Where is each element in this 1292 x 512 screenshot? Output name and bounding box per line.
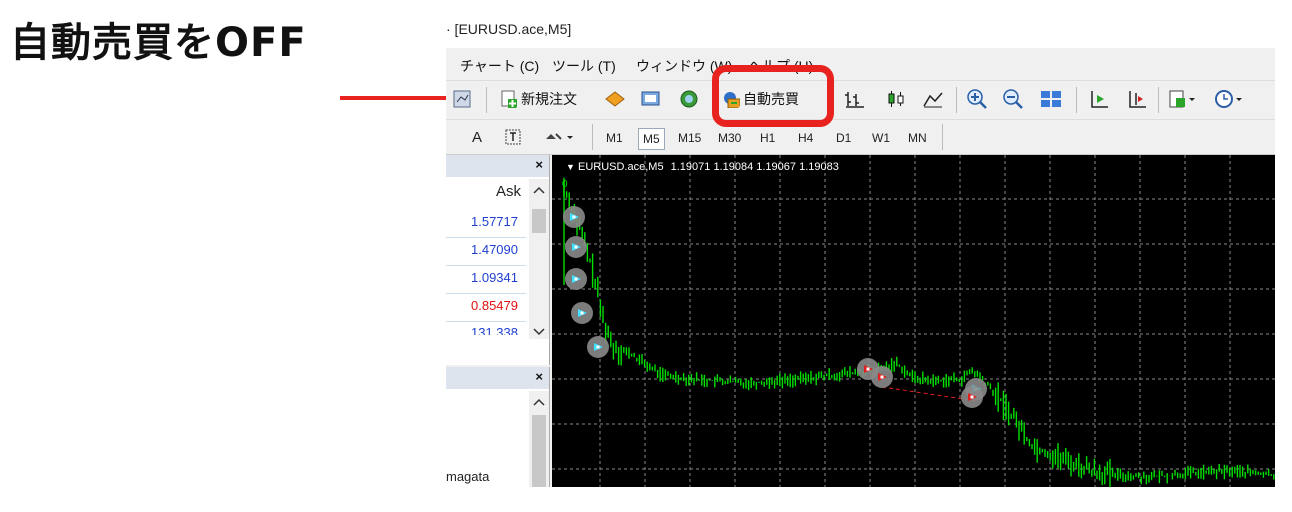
- trade-dot: [572, 215, 576, 219]
- candlestick-icon[interactable]: [886, 87, 908, 111]
- navigator-account-item[interactable]: magata: [446, 469, 489, 484]
- ask-price[interactable]: 0.85479: [446, 293, 518, 319]
- strategy-tester-icon[interactable]: [678, 87, 700, 111]
- ask-price[interactable]: 1.47090: [446, 237, 518, 263]
- navigator-header: ×: [446, 367, 549, 389]
- profile-icon[interactable]: [452, 87, 472, 111]
- trade-dot: [880, 375, 884, 379]
- meta-editor-icon[interactable]: [604, 87, 626, 111]
- tf-h1[interactable]: H1: [760, 128, 775, 148]
- window-title: · [EURUSD.ace,M5]: [446, 21, 572, 37]
- bar-chart-icon[interactable]: [844, 87, 866, 111]
- menu-bar: チャート (C) ツール (T) ウィンドウ (W) ヘルプ (H): [446, 52, 1275, 78]
- navigator-close-icon[interactable]: ×: [535, 369, 543, 384]
- zoom-in-icon[interactable]: [966, 87, 988, 111]
- tf-m1[interactable]: M1: [606, 128, 623, 148]
- main-toolbar: 新規注文 自動売買: [446, 80, 1275, 120]
- ask-price[interactable]: 131.338: [446, 321, 518, 335]
- trade-dot: [970, 395, 974, 399]
- navigator-panel: × magata: [446, 367, 550, 487]
- price-chart[interactable]: ▼ EURUSD.ace,M5 1.19071 1.19084 1.19067 …: [552, 155, 1275, 487]
- menu-tools[interactable]: ツール (T): [552, 56, 616, 76]
- auto-trade-highlight-box: [712, 65, 834, 127]
- new-order-icon: [501, 90, 517, 108]
- tile-windows-icon[interactable]: [1040, 87, 1062, 111]
- ask-price[interactable]: 1.57717: [446, 209, 518, 235]
- terminal-icon[interactable]: [640, 87, 662, 111]
- line-chart-icon[interactable]: [922, 87, 944, 111]
- chart-dropdown-icon[interactable]: ▼: [566, 162, 575, 172]
- trade-dot: [866, 367, 870, 371]
- title-bar: · [EURUSD.ace,M5]: [446, 14, 1275, 48]
- zoom-out-icon[interactable]: [1002, 87, 1024, 111]
- trade-dot: [580, 311, 584, 315]
- chart-top-marker: 0: [562, 179, 568, 190]
- chart-header: ▼ EURUSD.ace,M5 1.19071 1.19084 1.19067 …: [566, 161, 839, 173]
- page-heading: 自動売買をOFF: [10, 20, 307, 66]
- chart-shift-icon[interactable]: [1126, 87, 1148, 111]
- trade-dot: [596, 345, 600, 349]
- menu-chart[interactable]: チャート (C): [460, 56, 539, 76]
- ask-column-header[interactable]: Ask: [446, 179, 521, 205]
- new-order-button[interactable]: 新規注文: [500, 87, 577, 111]
- market-watch-header: ×: [446, 155, 549, 177]
- tf-mn[interactable]: MN: [908, 128, 927, 148]
- tf-h4[interactable]: H4: [798, 128, 813, 148]
- text-tool[interactable]: A: [472, 128, 482, 148]
- market-watch-close-icon[interactable]: ×: [535, 157, 543, 172]
- ask-price[interactable]: 1.09341: [446, 265, 518, 291]
- periods-icon[interactable]: [1214, 87, 1244, 111]
- trade-dot: [574, 277, 578, 281]
- new-order-label: 新規注文: [521, 91, 577, 107]
- tf-m5[interactable]: M5: [638, 128, 665, 150]
- market-watch-scrollbar[interactable]: [529, 179, 549, 339]
- timeframe-toolbar: A M1 M5 M15 M30 H1 H4 D1 W1 MN: [446, 120, 1275, 155]
- mt4-window: · [EURUSD.ace,M5] チャート (C) ツール (T) ウィンドウ…: [446, 14, 1275, 487]
- market-watch-panel: × Ask 1.57717 1.47090 1.09341 0.85479 13…: [446, 155, 550, 365]
- chart-canvas: [552, 155, 1275, 487]
- trade-dot: [574, 245, 578, 249]
- text-label-icon[interactable]: [504, 128, 522, 148]
- tf-w1[interactable]: W1: [872, 128, 890, 148]
- arrows-tool-icon[interactable]: [542, 128, 576, 148]
- tf-m30[interactable]: M30: [718, 128, 741, 148]
- chart-ohlc: 1.19071 1.19084 1.19067 1.19083: [670, 161, 839, 173]
- navigator-scrollbar[interactable]: [529, 391, 549, 487]
- tf-d1[interactable]: D1: [836, 128, 851, 148]
- indicators-icon[interactable]: [1168, 87, 1198, 111]
- tf-m15[interactable]: M15: [678, 128, 701, 148]
- auto-scroll-icon[interactable]: [1088, 87, 1110, 111]
- chart-symbol: EURUSD.ace,M5: [577, 161, 664, 173]
